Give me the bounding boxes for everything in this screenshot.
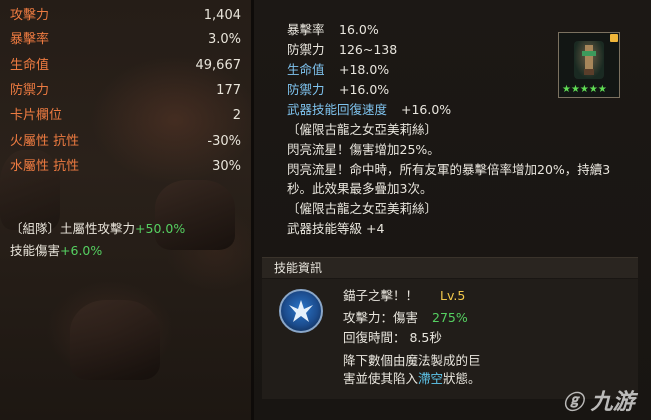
stat-value: 2 (232, 108, 241, 123)
stat-value: 1,404 (203, 8, 241, 23)
watermark-text: 九游 (590, 390, 635, 415)
site-watermark: ⓖ 九游 (563, 384, 635, 416)
stat-value: 49,667 (195, 58, 242, 73)
tooltip-defense-value: 126~138 (339, 42, 398, 57)
stat-label: 卡片欄位 (10, 108, 63, 123)
weapon-item-slot[interactable]: ★★★★★ (558, 32, 620, 98)
stat-row-defense: 防禦力 177 (0, 80, 251, 102)
stat-label: 暴擊率 (10, 32, 50, 47)
tooltip-crit-line: 暴擊率 16.0% (287, 21, 379, 39)
stat-label: 水屬性 抗性 (10, 159, 80, 174)
item-grade-badge (610, 34, 618, 42)
tooltip-recovery-value: +16.0% (401, 102, 452, 117)
skill-desc-2c: 狀態。 (443, 371, 481, 386)
tooltip-defense-label: 防禦力 (287, 42, 325, 57)
weapon-item-icon (574, 41, 604, 79)
tooltip-skill-level-value: +4 (366, 221, 385, 236)
party-bonus-line: 〔組隊〕土屬性攻擊力+50.0% (10, 218, 185, 237)
stat-value: 30% (212, 159, 241, 174)
party-bonus-label: 〔組隊〕土屬性攻擊力 (10, 221, 136, 236)
skill-damage-line: 技能傷害+6.0% (10, 240, 102, 259)
tooltip-crit-value: 16.0% (339, 22, 379, 37)
character-boot-art (155, 180, 235, 250)
skill-attack-line: 攻擊力：傷害 275% (343, 309, 468, 327)
skill-level: Lv.5 (440, 288, 466, 303)
character-boot-art (70, 300, 160, 380)
skill-desc-2a: 害並使其陷入 (343, 371, 419, 386)
skill-recovery-time: 回復時間： 8.5秒 (343, 330, 442, 345)
stat-row-water-resist: 水屬性 抗性 30% (0, 156, 251, 178)
wing-emblem-icon (289, 300, 313, 322)
stat-label: 攻擊力 (10, 8, 50, 23)
stat-row-card-slots: 卡片欄位 2 (0, 105, 251, 127)
stat-value: -30% (207, 134, 241, 149)
stat-value: 177 (216, 83, 241, 98)
skill-damage-label: 技能傷害 (10, 243, 61, 258)
stat-label: 生命值 (10, 58, 50, 73)
skill-attack-label: 攻擊力：傷害 (343, 310, 419, 325)
skill-desc-2: 害並使其陷入滯空狀態。 (343, 370, 481, 388)
stat-row-crit: 暴擊率 3.0% (0, 29, 251, 51)
tooltip-flash-line: 閃亮流星！傷害增加25%。 (287, 142, 440, 157)
tooltip-defense2-value: +16.0% (339, 82, 390, 97)
item-star-rating: ★★★★★ (562, 84, 607, 95)
tooltip-defense2-label: 防禦力 (287, 82, 325, 97)
watermark-logo-icon: ⓖ (563, 390, 583, 414)
tooltip-defense-line: 防禦力 126~138 (287, 41, 397, 59)
tooltip-skill-level-label: 武器技能等級 (287, 221, 363, 236)
stat-row-hp: 生命值 49,667 (0, 55, 251, 77)
party-bonus-value: +50.0% (135, 221, 186, 236)
stat-label: 防禦力 (10, 83, 50, 98)
tooltip-skill-level-line: 武器技能等級 +4 (287, 220, 384, 238)
skill-info-title: 技能資訊 (274, 261, 323, 275)
skill-desc-keyword: 滯空 (418, 371, 444, 386)
tooltip-recovery-label: 武器技能回復速度 (287, 102, 388, 117)
stat-value: 3.0% (207, 32, 241, 47)
tooltip-recovery-line: 武器技能回復速度 +16.0% (287, 101, 451, 119)
skill-info-header: 技能資訊 (262, 257, 638, 278)
tooltip-flash-desc-2: 秒。此效果最多疊加3次。 (287, 181, 433, 196)
tooltip-hp-value: +18.0% (339, 62, 390, 77)
stat-row-attack: 攻擊力 1,404 (0, 5, 251, 27)
tooltip-set-name-2: 〔僱限古龍之女亞美莉絲〕 (287, 201, 438, 216)
skill-name-line: 錨子之擊！！ Lv.5 (343, 287, 465, 305)
tooltip-hp-label: 生命值 (287, 62, 325, 77)
tooltip-hp-line: 生命值 +18.0% (287, 61, 389, 79)
tooltip-defense2-line: 防禦力 +16.0% (287, 81, 389, 99)
tooltip-flash-desc-1: 閃亮流星！命中時，所有友軍的暴擊倍率增加20%，持續3 (287, 162, 611, 177)
stat-row-fire-resist: 火屬性 抗性 -30% (0, 131, 251, 153)
tooltip-crit-label: 暴擊率 (287, 22, 325, 37)
stat-label: 火屬性 抗性 (10, 134, 80, 149)
skill-attack-value: 275% (432, 310, 468, 325)
tooltip-set-name-1: 〔僱限古龍之女亞美莉絲〕 (287, 122, 438, 137)
skill-damage-value: +6.0% (60, 243, 103, 258)
skill-wing-icon[interactable] (279, 289, 323, 333)
skill-name: 錨子之擊！！ (343, 288, 419, 303)
skill-desc-1: 降下數個由魔法製成的巨 (343, 353, 481, 368)
